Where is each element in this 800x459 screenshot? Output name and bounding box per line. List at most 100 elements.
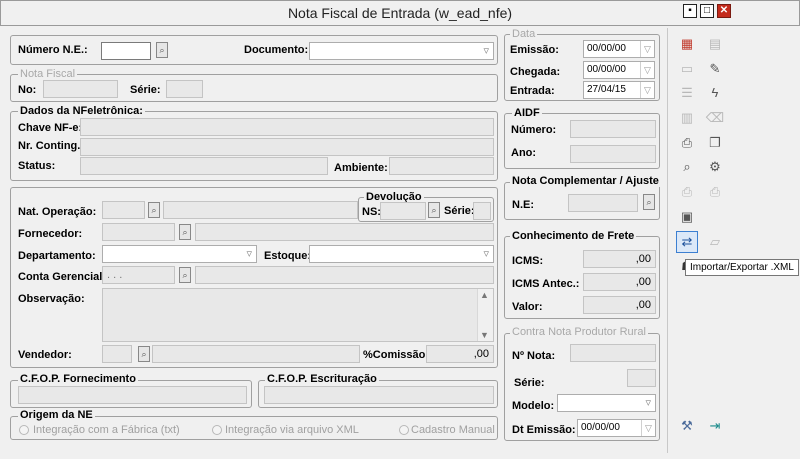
- chevron-down-icon[interactable]: ▽: [641, 420, 655, 436]
- no-field[interactable]: [43, 80, 118, 98]
- list-icon[interactable]: ▤: [704, 33, 726, 55]
- contra-modelo-select[interactable]: [557, 394, 656, 412]
- natop-label: Nat. Operação:: [18, 206, 97, 218]
- settings-icon[interactable]: ⚙: [704, 156, 726, 178]
- find-icon[interactable]: ⌕: [676, 156, 698, 178]
- trash-icon[interactable]: ⌫: [704, 107, 726, 129]
- scroll-down-icon[interactable]: ▼: [480, 330, 489, 340]
- complementar-legend: Nota Complementar / Ajuste: [510, 175, 661, 187]
- contra-serie-field[interactable]: [627, 369, 656, 387]
- contra-legend: Contra Nota Produtor Rural: [510, 326, 648, 338]
- maximize-button[interactable]: □: [700, 4, 714, 18]
- import-export-icon[interactable]: ⇄: [676, 231, 698, 253]
- copy-icon[interactable]: ❐: [704, 132, 726, 154]
- fornecedor-name-field[interactable]: [195, 223, 494, 241]
- printer-icon[interactable]: ⎙: [676, 181, 698, 203]
- grid-add-icon[interactable]: ▦: [676, 33, 698, 55]
- scroll-up-icon[interactable]: ▲: [480, 290, 489, 300]
- complementar-ne-field[interactable]: [568, 194, 638, 212]
- status-field[interactable]: [80, 157, 328, 175]
- data-legend: Data: [510, 28, 538, 40]
- contingencia-label: Nr. Conting.:: [18, 140, 84, 152]
- ambiente-label: Ambiente:: [334, 162, 388, 174]
- conta-desc-field[interactable]: [195, 266, 494, 284]
- chevron-down-icon[interactable]: ▽: [640, 41, 654, 57]
- origem-radio-xml[interactable]: [212, 425, 222, 435]
- chevron-down-icon[interactable]: ▽: [640, 82, 654, 98]
- origem-radio-manual[interactable]: [399, 425, 409, 435]
- stack-icon[interactable]: ▥: [676, 107, 698, 129]
- icms-antec-label: ICMS Antec.:: [512, 278, 580, 290]
- vendedor-label: Vendedor:: [18, 349, 72, 361]
- emissao-date-value: 00/00/00: [587, 43, 626, 54]
- observacao-textarea[interactable]: [102, 288, 494, 342]
- cfop-fornecimento-field[interactable]: [18, 386, 247, 404]
- icms-field[interactable]: ,00: [583, 250, 656, 268]
- departamento-label: Departamento:: [18, 250, 96, 262]
- cfop-escrituracao-field[interactable]: [264, 386, 494, 404]
- chegada-date-input[interactable]: 00/00/00 ▽: [583, 61, 655, 79]
- complementar-search-icon[interactable]: ⌕: [643, 194, 655, 210]
- minimize-button[interactable]: ▪: [683, 4, 697, 18]
- origem-label-manual: Cadastro Manual: [411, 424, 495, 436]
- close-button[interactable]: ✕: [717, 4, 731, 18]
- documento-select[interactable]: [309, 42, 494, 60]
- chave-label: Chave NF-e:: [18, 122, 83, 134]
- contra-emissao-date-input[interactable]: 00/00/00 ▽: [577, 419, 656, 437]
- ns-field[interactable]: [380, 202, 426, 220]
- valor-field[interactable]: ,00: [583, 296, 656, 314]
- numero-search-icon[interactable]: ⌕: [156, 42, 168, 58]
- contra-nota-field[interactable]: [570, 344, 656, 362]
- chave-field[interactable]: [80, 118, 494, 136]
- numero-input[interactable]: [101, 42, 151, 60]
- numero-label: Número N.E.:: [18, 44, 88, 56]
- fornecedor-search-icon[interactable]: ⌕: [179, 224, 191, 240]
- comissao-label: %Comissão:: [363, 349, 430, 361]
- exit-icon[interactable]: ⇥: [704, 415, 726, 437]
- natop-search-icon[interactable]: ⌕: [148, 202, 160, 218]
- conta-search-icon[interactable]: ⌕: [179, 267, 191, 283]
- nfe-legend: Dados da NFeletrônica:: [18, 105, 145, 117]
- aidf-numero-field[interactable]: [570, 120, 656, 138]
- comissao-field[interactable]: ,00: [426, 345, 494, 363]
- entrada-date-value: 27/04/15: [587, 84, 626, 95]
- cfop-fornecimento-legend: C.F.O.P. Fornecimento: [18, 373, 138, 385]
- tooltip: Importar/Exportar .XML: [685, 259, 799, 276]
- devolucao-serie-field[interactable]: [473, 202, 491, 220]
- edit-icon[interactable]: ✎: [704, 58, 726, 80]
- cfop-escrituracao-legend: C.F.O.P. Escrituração: [265, 373, 379, 385]
- observacao-label: Observação:: [18, 293, 85, 305]
- serie-field[interactable]: [166, 80, 203, 98]
- report-icon[interactable]: ▣: [676, 206, 698, 228]
- natop-desc-field[interactable]: [163, 201, 358, 219]
- departamento-select[interactable]: [102, 245, 257, 263]
- window-title: Nota Fiscal de Entrada (w_ead_nfe): [287, 5, 513, 21]
- print-icon[interactable]: ⎙: [676, 132, 698, 154]
- tools-icon[interactable]: ⚒: [676, 415, 698, 437]
- estoque-select[interactable]: [309, 245, 494, 263]
- lightning-icon[interactable]: ϟ: [704, 82, 726, 104]
- valor-label: Valor:: [512, 301, 543, 313]
- origem-label-fabrica: Integração com a Fábrica (txt): [33, 424, 180, 436]
- status-label: Status:: [18, 160, 56, 172]
- fornecedor-code-field[interactable]: [102, 223, 175, 241]
- emissao-date-input[interactable]: 00/00/00 ▽: [583, 40, 655, 58]
- icms-antec-field[interactable]: ,00: [583, 273, 656, 291]
- vendedor-name-field[interactable]: [152, 345, 360, 363]
- natop-code-field[interactable]: [102, 201, 145, 219]
- folder-icon[interactable]: ▱: [704, 231, 726, 253]
- vendedor-code-field[interactable]: [102, 345, 132, 363]
- doc-icon[interactable]: ☰: [676, 82, 698, 104]
- entrada-date-input[interactable]: 27/04/15 ▽: [583, 81, 655, 99]
- origem-radio-fabrica[interactable]: [19, 425, 29, 435]
- toolbar-separator: [667, 28, 668, 453]
- preview-icon[interactable]: ▭: [676, 58, 698, 80]
- ambiente-field[interactable]: [389, 157, 494, 175]
- aidf-ano-field[interactable]: [570, 145, 656, 163]
- vendedor-search-icon[interactable]: ⌕: [138, 346, 150, 362]
- ns-search-icon[interactable]: ⌕: [428, 202, 440, 218]
- contingencia-field[interactable]: [80, 138, 494, 156]
- conta-code-field[interactable]: . . .: [102, 266, 175, 284]
- chevron-down-icon[interactable]: ▽: [640, 62, 654, 78]
- printer2-icon[interactable]: ⎙: [704, 181, 726, 203]
